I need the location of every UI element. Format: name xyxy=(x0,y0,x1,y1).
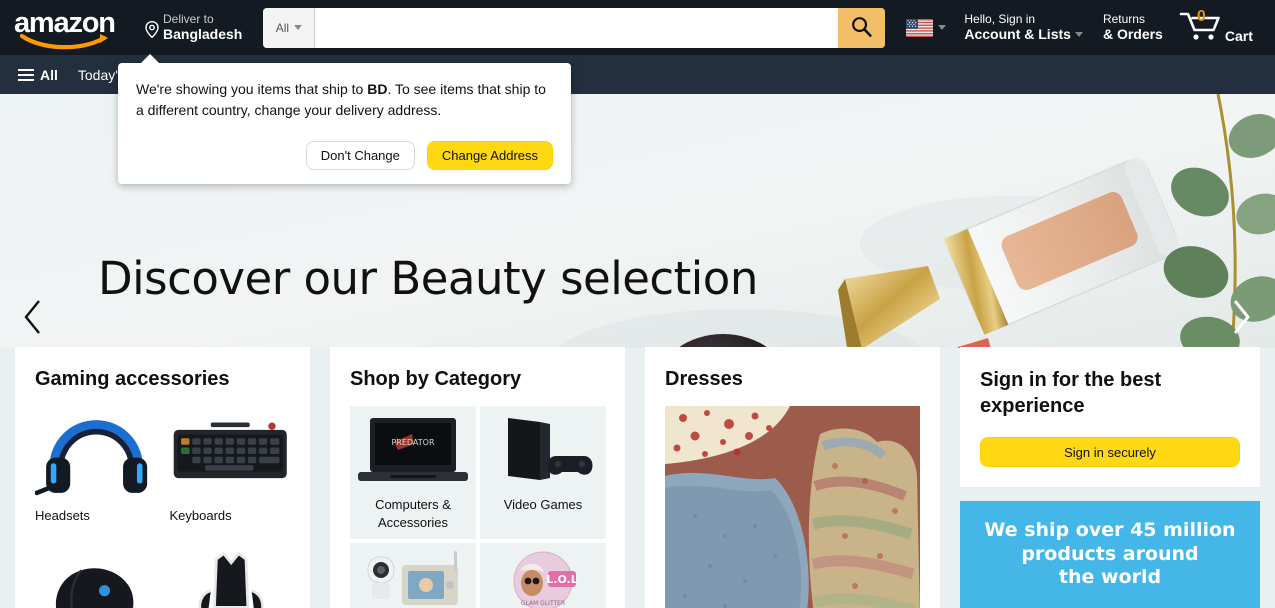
card-title: Gaming accessories xyxy=(35,368,230,390)
card-title: Dresses xyxy=(665,368,743,390)
search-category-label: All xyxy=(275,20,290,35)
category-tiles: PREDATOR Computers & Accessories Video G… xyxy=(350,406,606,608)
popup-message-prefix: We're showing you items that ship to xyxy=(136,81,368,97)
category-label: Computers & Accessories xyxy=(375,497,451,530)
gaming-headset-image xyxy=(35,420,148,496)
search-bar: All xyxy=(263,7,886,48)
gaming-tiles: Headsets Keyboards xyxy=(35,406,290,608)
deliver-to-country: Bangladesh xyxy=(163,26,243,43)
right-column: Sign in for the best experience Sign in … xyxy=(960,347,1260,608)
card-shop-by-category: Shop by Category PREDATOR Computers & Ac… xyxy=(330,347,625,608)
card-gaming-accessories: Gaming accessories Headsets Keyboards xyxy=(15,347,310,608)
us-flag-icon xyxy=(906,18,934,37)
svg-text:PREDATOR: PREDATOR xyxy=(391,438,434,447)
laptop-image: PREDATOR xyxy=(358,418,468,481)
location-pin-icon xyxy=(145,20,159,43)
deliver-to-label: Deliver to xyxy=(163,11,214,26)
cart-count-badge: 0 xyxy=(1196,8,1206,25)
dresses-image[interactable] xyxy=(665,406,920,608)
cart-label: Cart xyxy=(1224,28,1253,44)
orders-label: & Orders xyxy=(1102,26,1163,43)
chevron-right-icon xyxy=(1230,298,1252,341)
lol-surprise-doll-image: L.O.L GLAM GLITTER xyxy=(513,551,578,608)
search-category-dropdown[interactable]: All xyxy=(263,7,316,48)
category-tile-video-games[interactable]: Video Games xyxy=(480,406,606,540)
search-submit-button[interactable] xyxy=(838,7,886,48)
hero-title: Discover our Beauty selection xyxy=(98,252,758,305)
change-address-button[interactable]: Change Address xyxy=(426,141,553,170)
category-label: Video Games xyxy=(503,497,583,512)
promo-line-2: products around xyxy=(1021,542,1199,565)
sign-in-securely-button[interactable]: Sign in securely xyxy=(980,437,1240,467)
carousel-next-button[interactable] xyxy=(1218,290,1264,348)
returns-label: Returns xyxy=(1102,11,1145,26)
header-right-group: Hello, Sign in Account & Lists Returns &… xyxy=(899,5,1262,50)
chevron-down-icon xyxy=(294,25,303,30)
gaming-chair-image xyxy=(198,551,264,608)
account-lists-label: Account & Lists xyxy=(964,26,1083,43)
tile-label: Keyboards xyxy=(169,508,232,523)
nav-all-menu[interactable]: All xyxy=(8,60,68,90)
category-tile-lol-doll[interactable]: L.O.L GLAM GLITTER xyxy=(480,543,606,608)
card-sign-in: Sign in for the best experience Sign in … xyxy=(960,347,1260,487)
search-input[interactable] xyxy=(315,7,839,48)
cart-button[interactable]: 0 Cart xyxy=(1174,5,1262,50)
shipping-promo-banner[interactable]: We ship over 45 million products around … xyxy=(960,501,1260,608)
shipping-promo-text: We ship over 45 million products around … xyxy=(984,519,1235,590)
baby-monitor-image xyxy=(367,551,458,606)
category-tile-computers[interactable]: PREDATOR Computers & Accessories xyxy=(350,406,476,540)
svg-text:GLAM GLITTER: GLAM GLITTER xyxy=(521,600,565,607)
dont-change-button[interactable]: Don't Change xyxy=(305,141,415,170)
account-greeting: Hello, Sign in xyxy=(964,11,1036,26)
tile-gaming-mouse[interactable] xyxy=(35,539,156,608)
amazon-homepage: amazon Deliver to Bangladesh All Hello, … xyxy=(0,0,1275,608)
chevron-left-icon xyxy=(22,298,44,341)
gaming-keyboard-image xyxy=(173,422,287,479)
tile-headsets[interactable]: Headsets xyxy=(35,406,156,523)
language-selector[interactable] xyxy=(899,12,953,44)
site-header: amazon Deliver to Bangladesh All Hello, … xyxy=(0,0,1275,55)
popup-actions: Don't Change Change Address xyxy=(136,141,553,170)
signin-title: Sign in for the best experience xyxy=(980,369,1162,417)
delivery-address-popup: We're showing you items that ship to BD.… xyxy=(118,54,571,184)
tile-keyboards[interactable]: Keyboards xyxy=(170,406,291,523)
category-tile-baby-monitor[interactable] xyxy=(350,543,476,608)
popup-message: We're showing you items that ship to BD.… xyxy=(136,79,553,121)
promo-line-1: We ship over 45 million xyxy=(984,518,1236,541)
nav-all-label: All xyxy=(40,66,58,83)
amazon-logo[interactable]: amazon xyxy=(14,5,126,51)
returns-and-orders[interactable]: Returns & Orders xyxy=(1094,7,1172,48)
promo-line-3: the world xyxy=(1058,566,1162,589)
card-row: Gaming accessories Headsets Keyboards Sh… xyxy=(0,347,1275,608)
deliver-to-selector[interactable]: Deliver to Bangladesh xyxy=(138,7,249,49)
carousel-prev-button[interactable] xyxy=(10,290,56,348)
account-and-lists[interactable]: Hello, Sign in Account & Lists xyxy=(955,7,1092,48)
search-icon xyxy=(851,16,873,40)
popup-country-code: BD xyxy=(367,81,388,97)
svg-text:L.O.L: L.O.L xyxy=(546,573,578,586)
card-dresses: Dresses xyxy=(645,347,940,608)
gaming-mouse-image xyxy=(55,568,134,608)
card-title: Shop by Category xyxy=(350,368,522,390)
tile-gaming-chair[interactable] xyxy=(170,539,291,608)
chevron-down-icon xyxy=(1074,32,1083,38)
game-console-image xyxy=(508,418,593,480)
hamburger-menu-icon xyxy=(18,68,34,81)
amazon-smile-icon xyxy=(20,32,112,50)
chevron-down-icon xyxy=(938,25,947,30)
tile-label: Headsets xyxy=(35,508,90,523)
